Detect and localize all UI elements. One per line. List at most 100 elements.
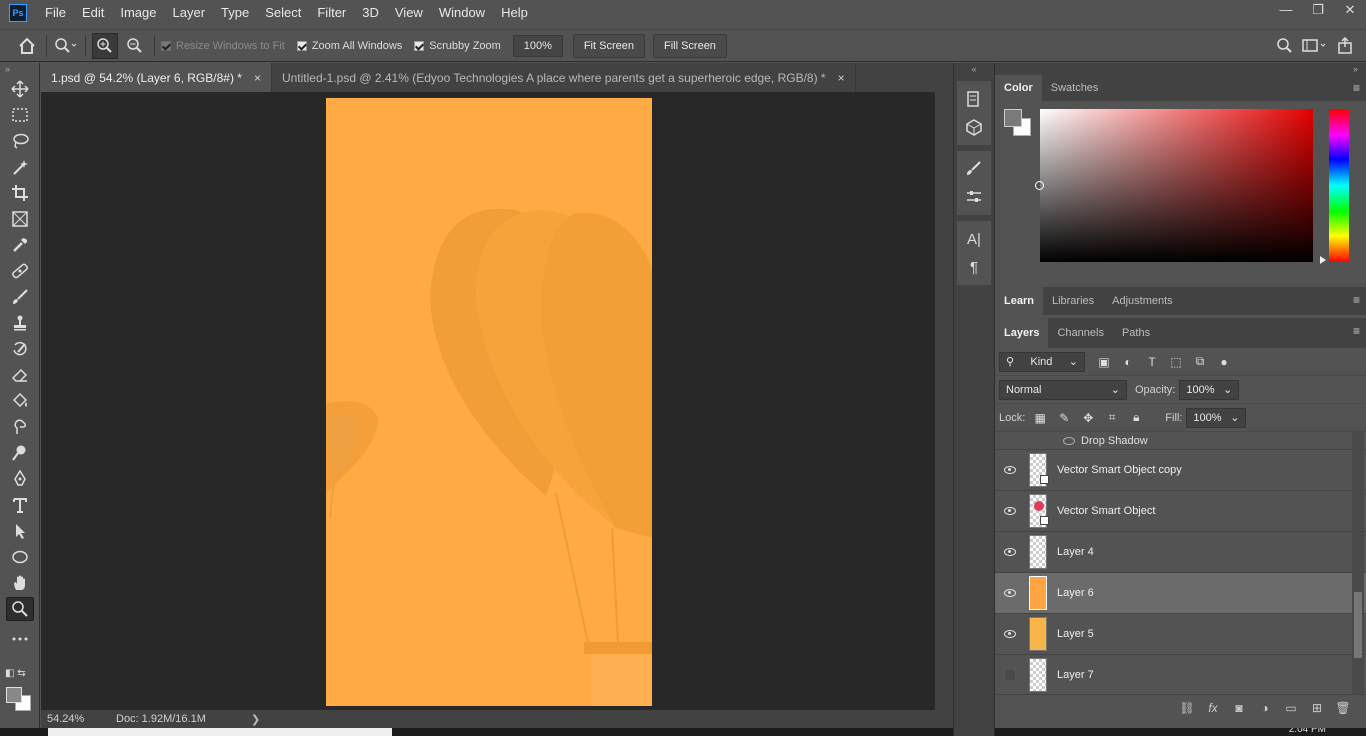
zoom-tool-preset-icon[interactable] <box>53 33 79 59</box>
menu-3d[interactable]: 3D <box>354 0 387 26</box>
adjustment-filter-icon[interactable]: ◐ <box>1121 355 1135 369</box>
layer-name[interactable]: Layer 5 <box>1057 628 1094 640</box>
tab-channels[interactable]: Channels <box>1048 318 1112 348</box>
minimize-button[interactable]: — <box>1270 0 1302 22</box>
layer-row[interactable]: Layer 7 <box>995 655 1366 694</box>
close-tab-icon[interactable]: × <box>838 71 845 85</box>
lock-position-icon[interactable]: ✥ <box>1081 411 1095 425</box>
new-layer-icon[interactable]: ⊞ <box>1304 701 1330 715</box>
close-window-button[interactable]: ✕ <box>1334 0 1366 22</box>
layer-name[interactable]: Layer 6 <box>1057 587 1094 599</box>
layer-style-fx-icon[interactable]: fx <box>1200 701 1226 715</box>
tab-learn[interactable]: Learn <box>995 287 1043 315</box>
3d-panel-icon[interactable] <box>959 115 989 139</box>
visibility-toggle[interactable] <box>995 466 1025 474</box>
ellipse-tool-icon[interactable] <box>6 545 34 569</box>
path-selection-tool-icon[interactable] <box>6 519 34 543</box>
more-tools-icon[interactable] <box>6 627 34 651</box>
pixel-filter-icon[interactable]: ▣ <box>1097 355 1111 369</box>
saturation-brightness-field[interactable] <box>1040 109 1313 262</box>
dodge-tool-icon[interactable] <box>6 441 34 465</box>
share-icon[interactable] <box>1332 33 1358 59</box>
lock-artboard-icon[interactable]: ⌗ <box>1105 410 1119 425</box>
doc-tab-1[interactable]: 1.psd @ 54.2% (Layer 6, RGB/8#) * × <box>41 63 272 92</box>
zoom-percent-button[interactable]: 100% <box>512 34 563 57</box>
scroll-thumb[interactable] <box>1354 592 1362 658</box>
smudge-tool-icon[interactable] <box>6 415 34 439</box>
lock-transparent-icon[interactable]: ▦ <box>1033 411 1047 425</box>
hand-tool-icon[interactable] <box>6 571 34 595</box>
brush-settings-icon[interactable] <box>959 185 989 209</box>
layer-row[interactable]: Vector Smart Object copy <box>995 450 1366 491</box>
paint-bucket-tool-icon[interactable] <box>6 389 34 413</box>
tab-swatches[interactable]: Swatches <box>1042 75 1108 101</box>
hue-slider-handle[interactable] <box>1320 256 1326 264</box>
color-picker-handle[interactable] <box>1035 181 1044 190</box>
menu-filter[interactable]: Filter <box>309 0 354 26</box>
visibility-toggle[interactable] <box>995 630 1025 638</box>
visibility-toggle[interactable] <box>995 548 1025 556</box>
menu-view[interactable]: View <box>387 0 431 26</box>
pen-tool-icon[interactable] <box>6 467 34 491</box>
status-menu-arrow-icon[interactable]: ❯ <box>251 713 260 726</box>
healing-brush-tool-icon[interactable] <box>6 259 34 283</box>
menu-edit[interactable]: Edit <box>74 0 112 26</box>
eyedropper-tool-icon[interactable] <box>6 233 34 257</box>
search-icon[interactable] <box>1272 33 1298 59</box>
visibility-toggle[interactable] <box>995 589 1025 597</box>
eye-icon[interactable] <box>1063 436 1075 445</box>
lock-all-icon[interactable]: 🔒︎ <box>1129 410 1143 425</box>
brushes-panel-icon[interactable] <box>959 157 989 181</box>
lock-pixels-icon[interactable]: ✎ <box>1057 411 1071 425</box>
collapse-arrows-icon[interactable]: » <box>0 63 39 75</box>
fill-field[interactable]: 100% ⌄ <box>1186 407 1247 428</box>
layer-name[interactable]: Layer 7 <box>1057 669 1094 681</box>
move-tool-icon[interactable] <box>6 77 34 101</box>
visibility-toggle[interactable] <box>995 669 1025 681</box>
tab-libraries[interactable]: Libraries <box>1043 287 1103 315</box>
foreground-color-chip[interactable] <box>1004 109 1022 127</box>
workspace-icon[interactable] <box>1298 33 1332 59</box>
brush-tool-icon[interactable] <box>6 285 34 309</box>
layer-row[interactable]: Layer 5 <box>995 614 1366 655</box>
blend-mode-dropdown[interactable]: Normal ⌄ <box>999 379 1127 400</box>
layer-row-selected[interactable]: Layer 6 <box>995 573 1366 614</box>
home-icon[interactable] <box>14 33 40 59</box>
filter-kind-dropdown[interactable]: ⚲ Kind ⌄ <box>999 351 1085 372</box>
menu-image[interactable]: Image <box>112 0 164 26</box>
clone-stamp-tool-icon[interactable] <box>6 311 34 335</box>
add-mask-icon[interactable]: ◙ <box>1226 701 1252 715</box>
magic-wand-tool-icon[interactable] <box>6 155 34 179</box>
new-adjustment-icon[interactable]: ◑ <box>1252 701 1278 715</box>
tab-adjustments[interactable]: Adjustments <box>1103 287 1182 315</box>
delete-layer-trash-icon[interactable]: 🗑︎ <box>1330 701 1356 715</box>
layer-name[interactable]: Vector Smart Object <box>1057 505 1155 517</box>
menu-window[interactable]: Window <box>431 0 493 26</box>
zoom-in-icon[interactable] <box>92 32 118 59</box>
fit-screen-button[interactable]: Fit Screen <box>572 33 645 58</box>
crop-tool-icon[interactable] <box>6 181 34 205</box>
restore-button[interactable]: ❐ <box>1302 0 1334 22</box>
layers-scrollbar[interactable] <box>1352 432 1364 694</box>
layer-name[interactable]: Vector Smart Object copy <box>1057 464 1182 476</box>
frame-tool-icon[interactable] <box>6 207 34 231</box>
layer-row[interactable]: Vector Smart Object <box>995 491 1366 532</box>
type-tool-icon[interactable] <box>6 493 34 517</box>
history-brush-tool-icon[interactable] <box>6 337 34 361</box>
menu-type[interactable]: Type <box>213 0 257 26</box>
zoom-all-windows-checkbox[interactable]: Zoom All Windows <box>296 40 402 52</box>
visibility-toggle[interactable] <box>995 507 1025 515</box>
swap-colors-icon[interactable]: ◧ ⇆ <box>5 668 26 679</box>
menu-help[interactable]: Help <box>493 0 536 26</box>
shape-filter-icon[interactable]: ⬚ <box>1169 355 1183 369</box>
artboard-canvas[interactable] <box>326 98 652 706</box>
menu-select[interactable]: Select <box>257 0 309 26</box>
menu-layer[interactable]: Layer <box>165 0 214 26</box>
eraser-tool-icon[interactable] <box>6 363 34 387</box>
new-group-folder-icon[interactable]: ▭ <box>1278 701 1304 715</box>
character-panel-icon[interactable]: A| <box>959 227 989 251</box>
paragraph-panel-icon[interactable]: ¶ <box>959 255 989 279</box>
zoom-level[interactable]: 54.24% <box>41 713 116 725</box>
layer-name[interactable]: Layer 4 <box>1057 546 1094 558</box>
tab-color[interactable]: Color <box>995 75 1042 101</box>
